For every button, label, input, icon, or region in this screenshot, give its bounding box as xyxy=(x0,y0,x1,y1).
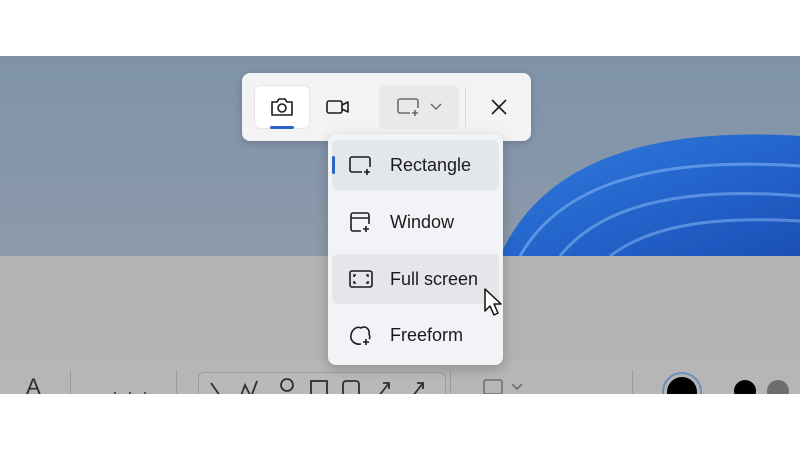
selected-color-swatch[interactable] xyxy=(662,372,702,394)
menu-item-label: Full screen xyxy=(390,268,479,289)
rectangle-icon xyxy=(310,380,328,394)
menu-item-full-screen[interactable]: Full screen xyxy=(332,254,499,304)
menu-item-freeform[interactable]: Freeform xyxy=(332,310,499,360)
toolbar-divider xyxy=(632,370,633,394)
screenshot-mode-button[interactable] xyxy=(254,85,310,129)
shapes-group xyxy=(198,372,446,394)
background-app-toolbar: A · · · xyxy=(0,360,800,394)
freeform-snip-icon xyxy=(350,326,371,345)
pen-dropdown-icon[interactable] xyxy=(482,378,530,394)
full-screen-snip-icon xyxy=(349,270,373,288)
close-icon xyxy=(491,99,507,115)
arrow-icon xyxy=(379,382,390,394)
text-tool-label[interactable]: A xyxy=(26,374,41,394)
snip-mode-menu: Rectangle Window Full screen Freeform xyxy=(328,134,503,365)
active-mode-indicator xyxy=(270,126,294,129)
color-swatch-black[interactable] xyxy=(734,380,756,394)
video-mode-button[interactable] xyxy=(310,85,366,129)
rectangle-snip-icon xyxy=(397,98,419,116)
oval-icon xyxy=(280,378,294,392)
line-icon xyxy=(210,382,220,394)
selected-indicator xyxy=(332,156,335,174)
camera-icon xyxy=(271,98,293,116)
toolbar-divider xyxy=(450,370,451,394)
toolbar-divider xyxy=(465,87,466,127)
mouse-pointer-icon xyxy=(484,288,502,316)
rounded-rectangle-icon xyxy=(342,380,360,394)
toolbar-divider xyxy=(176,370,177,394)
curve-icon xyxy=(240,380,258,394)
menu-item-window[interactable]: Window xyxy=(332,197,499,247)
video-camera-icon xyxy=(326,100,349,114)
toolbar-divider xyxy=(70,370,71,394)
color-swatch-gray[interactable] xyxy=(767,380,789,394)
menu-item-label: Freeform xyxy=(390,324,464,345)
snip-toolbar xyxy=(242,73,531,141)
chevron-down-icon xyxy=(430,103,442,111)
rectangle-snip-icon xyxy=(349,156,371,175)
menu-item-label: Rectangle xyxy=(390,154,472,175)
menu-item-label: Window xyxy=(390,211,455,232)
curved-arrow-icon xyxy=(413,382,424,394)
snip-shape-dropdown[interactable] xyxy=(379,85,459,129)
window-snip-icon xyxy=(350,212,370,232)
close-button[interactable] xyxy=(477,85,521,129)
menu-item-rectangle[interactable]: Rectangle xyxy=(332,140,499,190)
more-dots-icon[interactable]: · · · xyxy=(112,382,150,394)
